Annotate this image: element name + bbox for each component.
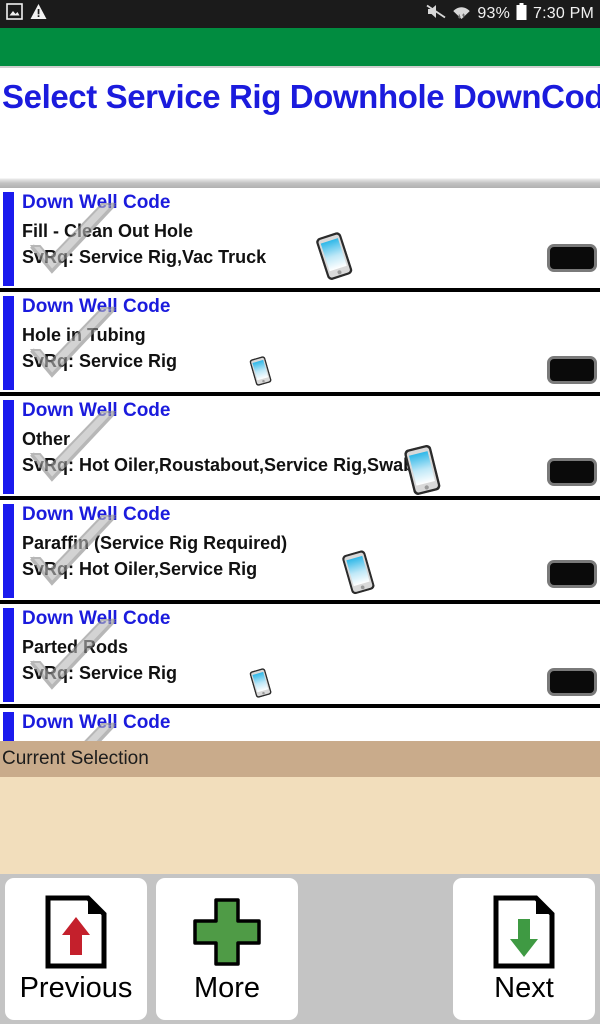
- list-item-title: Down Well Code: [22, 296, 171, 317]
- clock-label: 7:30 PM: [533, 5, 594, 22]
- title-area: Select Service Rig Downhole DownCode(s): [0, 70, 600, 178]
- volume-muted-icon: [426, 3, 446, 25]
- green-plus-icon: [190, 893, 264, 971]
- list-item-service-required: SvRq: Service Rig,Vac Truck: [22, 247, 267, 267]
- selection-stripe: [3, 504, 14, 598]
- warning-triangle-icon: [30, 3, 47, 25]
- status-pill-button[interactable]: [547, 560, 597, 588]
- list-item-title: Down Well Code: [22, 712, 171, 733]
- next-button[interactable]: Next: [453, 878, 595, 1020]
- more-button[interactable]: More: [156, 878, 298, 1020]
- list-item-text: Down Well Code Other SvRq: Hot Oiler,Roust…: [22, 396, 414, 478]
- list-item-description: Parted Rods: [22, 637, 129, 657]
- previous-button-label: Previous: [19, 972, 133, 1004]
- list-item-title: Down Well Code: [22, 400, 171, 421]
- list-item-description: Hole in Tubing: [22, 325, 146, 345]
- more-button-label: More: [193, 972, 261, 1004]
- button-bar-spacer: [298, 874, 453, 1024]
- status-bar-right-icons: 93% 7:30 PM: [426, 2, 594, 26]
- list-item[interactable]: Down Well Code: [0, 708, 600, 741]
- selection-stripe: [3, 400, 14, 494]
- current-selection-label: Current Selection: [2, 748, 149, 769]
- previous-button[interactable]: Previous: [5, 878, 147, 1020]
- list-item-text: Down Well Code Fill - Clean Out Hole SvRq:…: [22, 188, 266, 270]
- list-item[interactable]: Down Well Code Hole in Tubing SvRq: Servic…: [0, 292, 600, 396]
- next-button-label: Next: [494, 972, 554, 1004]
- image-icon: [6, 3, 23, 25]
- list-item[interactable]: Down Well Code Other SvRq: Hot Oiler,Roust…: [0, 396, 600, 500]
- status-pill-button[interactable]: [547, 668, 597, 696]
- page-title: Select Service Rig Downhole DownCode(s): [2, 78, 600, 115]
- wifi-transfer-icon: [452, 3, 471, 25]
- list-item-service-required: SvRq: Service Rig: [22, 351, 178, 371]
- list-item-service-required: SvRq: Service Rig: [22, 663, 178, 683]
- mobile-phone-icon: [249, 356, 273, 390]
- list-item-text: Down Well Code: [22, 708, 170, 738]
- list-item[interactable]: Down Well Code Paraffin (Service Rig Requ…: [0, 500, 600, 604]
- current-selection-header: Current Selection: [0, 741, 600, 777]
- selection-stripe: [3, 712, 14, 741]
- list-item-service-required: SvRq: Hot Oiler,Roustabout,Service Rig,S…: [22, 455, 415, 475]
- list-item-text: Down Well Code Parted Rods SvRq: Service R…: [22, 604, 177, 686]
- downcode-list[interactable]: Down Well Code Fill - Clean Out Hole SvRq:…: [0, 188, 600, 741]
- current-selection-body[interactable]: [0, 777, 600, 874]
- green-header-band: [0, 28, 600, 68]
- document-up-arrow-icon: [44, 893, 108, 971]
- status-pill-button[interactable]: [547, 458, 597, 486]
- list-item[interactable]: Down Well Code Parted Rods SvRq: Service R…: [0, 604, 600, 708]
- list-item-title: Down Well Code: [22, 608, 171, 629]
- status-pill-button[interactable]: [547, 356, 597, 384]
- list-item-service-required: SvRq: Hot Oiler,Service Rig: [22, 559, 258, 579]
- document-down-arrow-icon: [492, 893, 556, 971]
- battery-icon: [516, 2, 527, 26]
- list-item-description: Fill - Clean Out Hole: [22, 221, 194, 241]
- selection-stripe: [3, 192, 14, 286]
- mobile-phone-icon: [249, 668, 273, 702]
- list-item-title: Down Well Code: [22, 192, 171, 213]
- mobile-phone-icon: [315, 231, 355, 286]
- status-bar: 93% 7:30 PM: [0, 0, 600, 28]
- mobile-phone-icon: [403, 444, 442, 496]
- list-item-text: Down Well Code Hole in Tubing SvRq: Servic…: [22, 292, 177, 374]
- status-bar-left-icons: [6, 3, 47, 25]
- list-item-title: Down Well Code: [22, 504, 171, 525]
- status-pill-button[interactable]: [547, 244, 597, 272]
- list-top-divider: [0, 178, 600, 188]
- selection-stripe: [3, 608, 14, 702]
- list-item-description: Paraffin (Service Rig Required): [22, 533, 288, 553]
- selection-stripe: [3, 296, 14, 390]
- battery-percent-label: 93%: [477, 5, 510, 22]
- mobile-phone-icon: [341, 550, 376, 600]
- bottom-button-bar: Previous More Next: [0, 874, 600, 1024]
- list-item-description: Other: [22, 429, 71, 449]
- list-item-text: Down Well Code Paraffin (Service Rig Requ…: [22, 500, 287, 582]
- list-item[interactable]: Down Well Code Fill - Clean Out Hole SvRq:…: [0, 188, 600, 292]
